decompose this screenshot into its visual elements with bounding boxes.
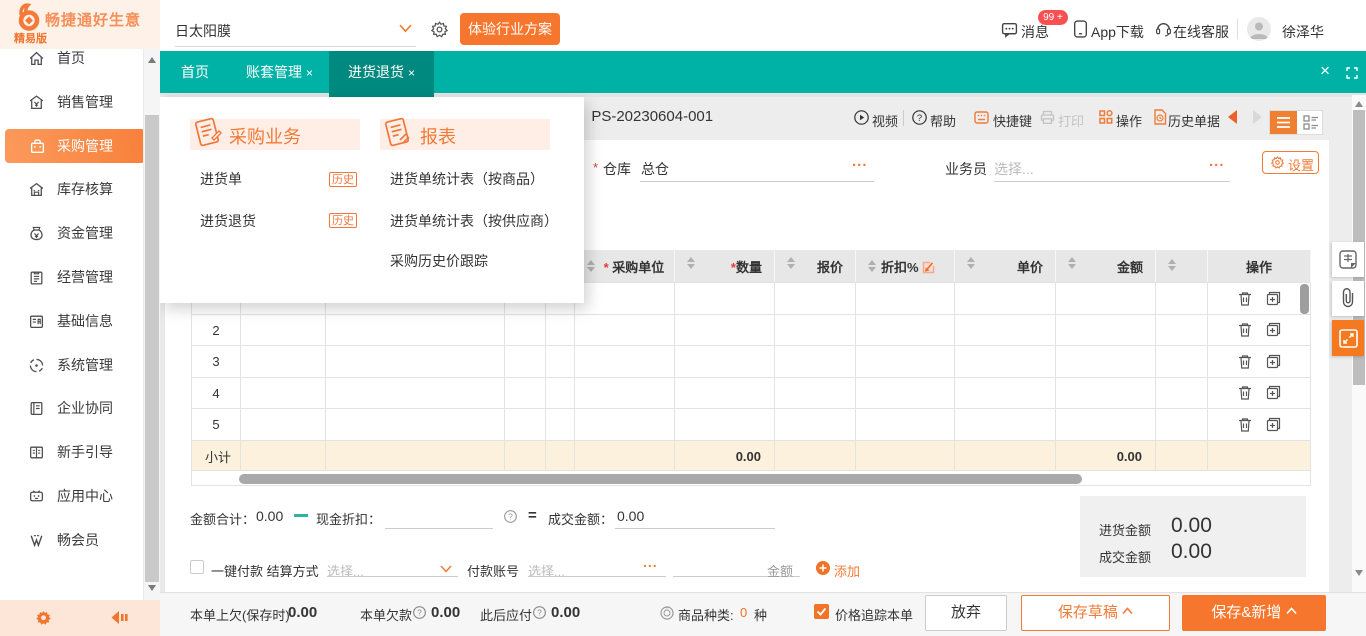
svg-text:?: ? [917,113,922,124]
svg-text:?: ? [537,608,542,618]
svg-text:?: ? [417,608,422,618]
svg-text:?: ? [508,512,513,522]
